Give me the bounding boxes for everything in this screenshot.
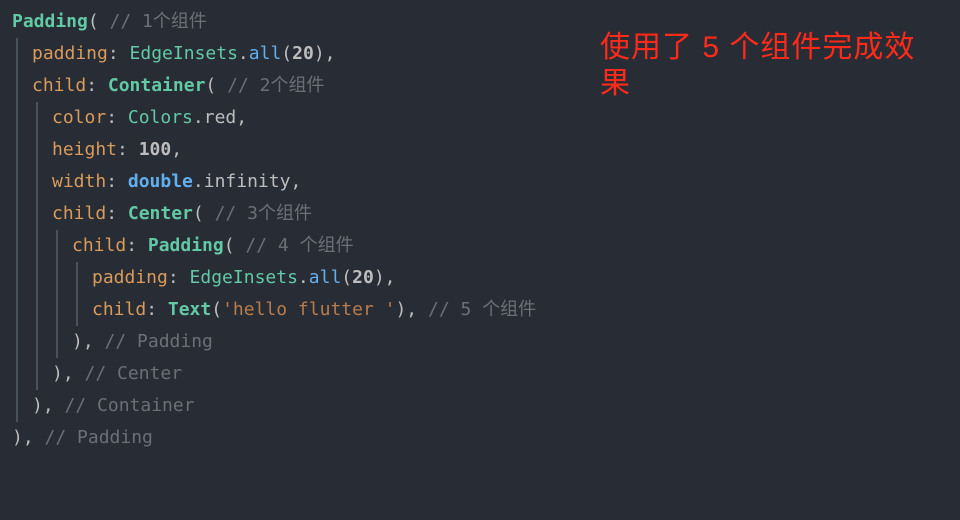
code-token: ( [211,299,222,320]
code-token: : [146,299,168,320]
code-token: // 1个组件 [110,11,207,32]
code-token: 20 [352,267,374,288]
code-token: width [52,171,106,192]
code-token: . [298,267,309,288]
code-token: EdgeInsets [190,267,298,288]
code-token: child [32,75,86,96]
code-token: ), [52,363,85,384]
code-token: padding [92,267,168,288]
code-line: ), // Container [12,390,960,422]
code-token: Text [168,299,211,320]
code-token: 20 [292,43,314,64]
code-token: 'hello flutter ' [222,299,395,320]
code-token: ), [314,43,336,64]
code-line: ), // Center [12,358,960,390]
code-token: // 4 个组件 [245,235,353,256]
code-token: . [238,43,249,64]
code-line: padding: EdgeInsets.all(20), [12,262,960,294]
code-token: ), [374,267,396,288]
code-token: double [128,171,193,192]
code-token: ( [193,203,215,224]
code-token: // Container [65,395,195,416]
code-token: // Padding [45,427,153,448]
code-token: : [86,75,108,96]
code-token: , [171,139,182,160]
code-token: // 2个组件 [227,75,324,96]
code-token: ), [32,395,65,416]
code-token: : [106,203,128,224]
code-token: Padding [148,235,224,256]
code-token: // Padding [105,331,213,352]
code-line: child: Padding( // 4 个组件 [12,230,960,262]
code-line: width: double.infinity, [12,166,960,198]
code-token: EdgeInsets [130,43,238,64]
code-token: ), [395,299,428,320]
code-token: padding [32,43,108,64]
code-token: , [290,171,301,192]
code-token: ), [12,427,45,448]
code-token: height [52,139,117,160]
code-token: : [126,235,148,256]
code-token: . [193,107,204,128]
code-token: ( [205,75,227,96]
code-token: Padding [12,11,88,32]
code-line: color: Colors.red, [12,102,960,134]
code-token: , [236,107,247,128]
code-token: child [52,203,106,224]
code-line: ), // Padding [12,326,960,358]
code-token: ), [72,331,105,352]
code-token: all [249,43,282,64]
code-line: ), // Padding [12,422,960,454]
code-token: 100 [139,139,172,160]
code-line: child: Text('hello flutter '), // 5 个组件 [12,294,960,326]
code-token: : [106,171,128,192]
code-token: : [108,43,130,64]
code-token: Colors [128,107,193,128]
code-token: : [106,107,128,128]
code-token: ( [88,11,110,32]
code-token: all [309,267,342,288]
code-token: child [92,299,146,320]
code-token: : [168,267,190,288]
code-token: color [52,107,106,128]
code-line: height: 100, [12,134,960,166]
code-token: ( [281,43,292,64]
code-token: // Center [85,363,183,384]
annotation-text: 使用了 5 个组件完成效果 [600,30,920,102]
code-token: // 3个组件 [215,203,312,224]
code-token: : [117,139,139,160]
code-token: infinity [204,171,291,192]
code-line: child: Center( // 3个组件 [12,198,960,230]
code-token: ( [341,267,352,288]
code-token: red [204,107,237,128]
code-token: child [72,235,126,256]
code-token: ( [224,235,246,256]
code-token: . [193,171,204,192]
code-token: Container [108,75,206,96]
code-token: Center [128,203,193,224]
code-token: // 5 个组件 [428,299,536,320]
